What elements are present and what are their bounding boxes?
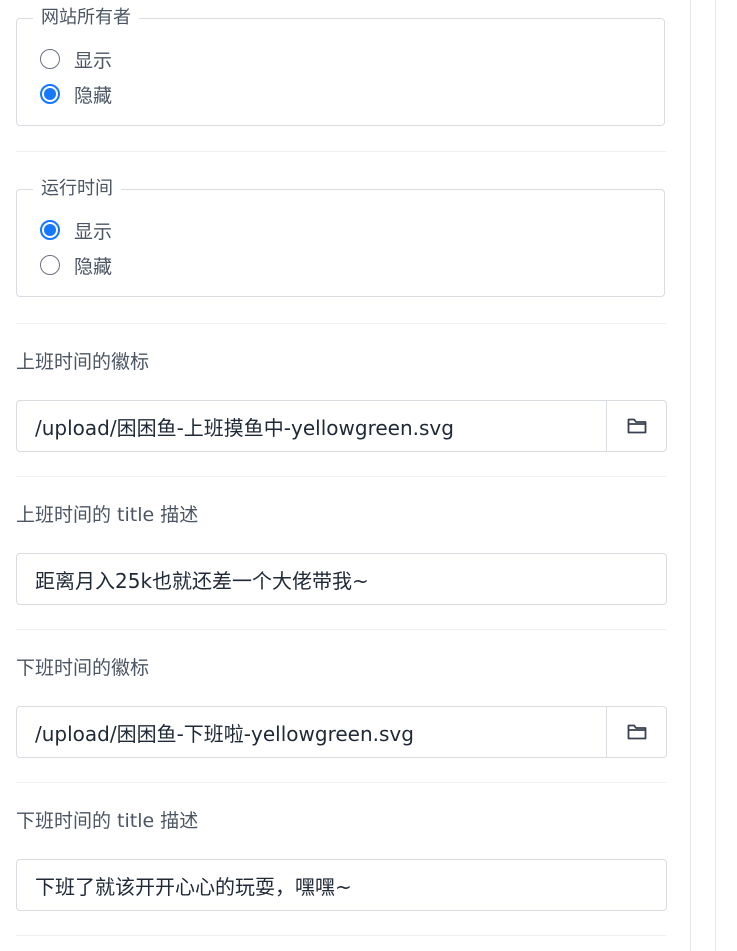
- work-title-value[interactable]: 距离月入25k也就还差一个大佬带我~: [17, 565, 666, 594]
- work-badge-input[interactable]: /upload/困困鱼-上班摸鱼中-yellowgreen.svg: [16, 400, 667, 452]
- uptime-hide-label: 隐藏: [74, 255, 113, 278]
- offwork-badge-label: 下班时间的徽标: [16, 657, 150, 679]
- site-owner-legend: 网站所有者: [33, 7, 139, 29]
- uptime-show-radio[interactable]: [40, 220, 60, 240]
- offwork-title-label: 下班时间的 title 描述: [16, 810, 199, 832]
- site-owner-hide-option[interactable]: 隐藏: [40, 81, 112, 107]
- divider: [16, 935, 666, 936]
- uptime-legend: 运行时间: [33, 178, 121, 200]
- offwork-badge-value[interactable]: /upload/困困鱼-下班啦-yellowgreen.svg: [17, 718, 606, 747]
- offwork-badge-input[interactable]: /upload/困困鱼-下班啦-yellowgreen.svg: [16, 706, 667, 758]
- folder-icon: [627, 418, 646, 434]
- panel-border: [690, 0, 691, 951]
- site-owner-show-radio[interactable]: [40, 49, 60, 69]
- uptime-hide-radio[interactable]: [40, 255, 60, 275]
- folder-icon: [627, 724, 646, 740]
- work-badge-value[interactable]: /upload/困困鱼-上班摸鱼中-yellowgreen.svg: [17, 412, 606, 441]
- site-owner-fieldset: 网站所有者 显示 隐藏: [16, 7, 665, 126]
- divider: [16, 629, 666, 630]
- site-owner-hide-label: 隐藏: [74, 84, 113, 107]
- divider: [16, 782, 666, 783]
- uptime-hide-option[interactable]: 隐藏: [40, 252, 112, 278]
- uptime-show-label: 显示: [74, 220, 113, 243]
- offwork-badge-browse-button[interactable]: [606, 707, 666, 757]
- scrollbar-track[interactable]: [715, 0, 716, 951]
- work-title-label: 上班时间的 title 描述: [16, 504, 199, 526]
- site-owner-show-option[interactable]: 显示: [40, 46, 112, 72]
- uptime-fieldset: 运行时间 显示 隐藏: [16, 178, 665, 297]
- divider: [16, 323, 666, 324]
- site-owner-hide-radio[interactable]: [40, 84, 60, 104]
- settings-form: 网站所有者 显示 隐藏 运行时间 显示 隐藏 上班时间的徽标 /upload/困…: [0, 0, 690, 951]
- divider: [16, 476, 666, 477]
- divider: [16, 151, 666, 152]
- uptime-show-option[interactable]: 显示: [40, 217, 112, 243]
- work-badge-label: 上班时间的徽标: [16, 351, 150, 373]
- offwork-title-input[interactable]: 下班了就该开开心心的玩耍，嘿嘿~: [16, 859, 667, 911]
- offwork-title-value[interactable]: 下班了就该开开心心的玩耍，嘿嘿~: [17, 871, 666, 900]
- work-badge-browse-button[interactable]: [606, 401, 666, 451]
- work-title-input[interactable]: 距离月入25k也就还差一个大佬带我~: [16, 553, 667, 605]
- site-owner-show-label: 显示: [74, 49, 113, 72]
